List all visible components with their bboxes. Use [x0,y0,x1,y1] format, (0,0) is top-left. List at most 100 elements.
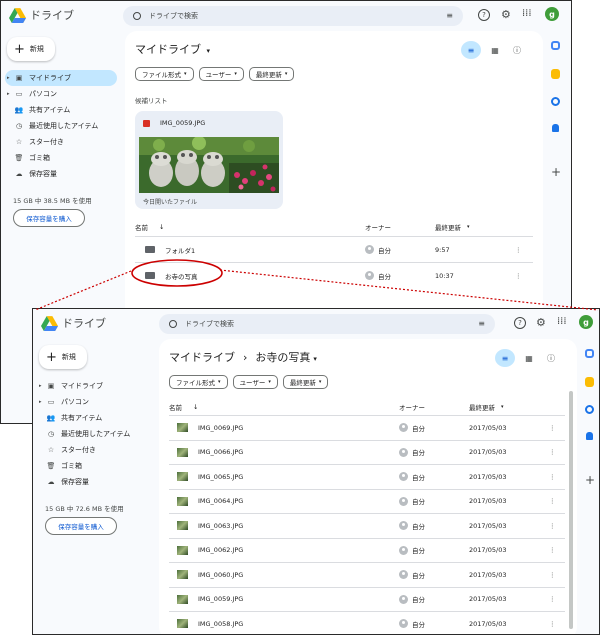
contacts-icon[interactable] [552,124,559,132]
chevron-down-icon: ▾ [206,47,211,55]
sidebar-item-storage[interactable]: ☁ 保存容量 [37,474,149,490]
breadcrumb-root[interactable]: マイドライブ [169,349,235,365]
sidebar-item-shared[interactable]: 👥 共有アイテム [37,410,149,426]
grid-view-icon[interactable]: ▦ [521,350,537,366]
more-options-icon[interactable]: ⋮ [515,246,522,254]
more-options-icon[interactable]: ⋮ [549,424,556,432]
breadcrumb-current[interactable]: お寺の写真 ▾ [255,349,317,365]
column-modified[interactable]: 最終更新 [469,402,495,412]
table-row[interactable]: IMG_0069.JPG 自分 2017/05/03 ⋮ [169,415,565,440]
sidebar-item-trash[interactable]: 🗑 ゴミ箱 [37,458,149,474]
keep-icon[interactable] [585,377,594,387]
more-options-icon[interactable]: ⋮ [549,448,556,456]
table-row[interactable]: IMG_0059.JPG 自分 2017/05/03 ⋮ [169,586,565,612]
more-options-icon[interactable]: ⋮ [549,522,556,530]
help-icon[interactable]: ? [478,9,490,21]
calendar-icon[interactable] [551,41,560,50]
column-owner[interactable]: オーナー [365,222,391,232]
table-row[interactable]: IMG_0063.JPG 自分 2017/05/03 ⋮ [169,513,565,538]
sidebar-item-storage[interactable]: ☁ 保存容量 [5,166,117,182]
new-button[interactable]: + 新規 [39,345,87,369]
file-list-header: 名前 ↓ オーナー 最終更新 ▾ [135,221,533,233]
filter-chip-people[interactable]: ユーザー ▾ [232,375,278,389]
sidebar-item-recent[interactable]: ◷ 最近使用したアイテム [37,426,149,442]
tasks-icon[interactable] [585,405,594,414]
settings-icon[interactable]: ⚙ [536,316,546,329]
add-panel-icon[interactable]: + [551,165,561,179]
search-options-icon[interactable]: ≡ [478,319,485,328]
more-options-icon[interactable]: ⋮ [549,571,556,579]
search-input[interactable]: ドライブで検索 [149,11,198,21]
add-panel-icon[interactable]: + [585,473,595,487]
sidebar-item-starred[interactable]: ☆ スター付き [37,442,149,458]
table-row[interactable]: フォルダ1 自分 9:57 ⋮ [135,236,533,262]
filter-chip-people[interactable]: ユーザー ▾ [198,67,244,81]
sidebar-item-recent[interactable]: ◷ 最近使用したアイテム [5,118,117,134]
help-icon[interactable]: ? [514,317,526,329]
table-row[interactable]: IMG_0065.JPG 自分 2017/05/03 ⋮ [169,464,565,489]
search-bar[interactable]: ドライブで検索 ≡ [123,6,463,26]
sidebar-item-shared[interactable]: 👥 共有アイテム [5,102,117,118]
preview-image-art [139,137,279,193]
computer-icon: ▭ [47,398,55,406]
search-options-icon[interactable]: ≡ [446,11,453,20]
search-input[interactable]: ドライブで検索 [185,319,234,329]
suggested-file-card[interactable]: IMG_0059.JPG 今日開いたファイル [135,111,283,209]
table-row[interactable]: IMG_0064.JPG 自分 2017/05/03 ⋮ [169,488,565,514]
filter-icon[interactable]: ≡ [461,41,481,59]
drive-logo[interactable]: ドライブ [9,7,74,23]
grid-view-icon[interactable]: ▦ [487,42,503,58]
sidebar-item-computers[interactable]: ▸ ▭ パソコン [37,394,149,410]
column-owner[interactable]: オーナー [399,402,425,412]
new-button[interactable]: + 新規 [7,37,55,61]
more-options-icon[interactable]: ⋮ [549,546,556,554]
drive-logo[interactable]: ドライブ [41,315,106,331]
column-modified[interactable]: 最終更新 [435,222,461,232]
sidebar-item-computers[interactable]: ▸ ▭ パソコン [5,86,117,102]
apps-grid-icon[interactable]: ⁞⁞⁞ [522,8,532,19]
sort-arrow-icon[interactable]: ↓ [193,403,198,411]
chevron-down-icon: ▾ [284,71,288,77]
sidebar-item-my-drive[interactable]: ▸ ▣ マイドライブ [37,378,149,394]
filter-chip-modified[interactable]: 最終更新 ▾ [282,375,329,389]
sort-dropdown-icon[interactable]: ▾ [501,404,504,410]
more-options-icon[interactable]: ⋮ [515,272,522,280]
filter-icon[interactable]: ≡ [495,349,515,367]
sidebar-item-starred[interactable]: ☆ スター付き [5,134,117,150]
table-row[interactable]: IMG_0066.JPG 自分 2017/05/03 ⋮ [169,439,565,465]
more-options-icon[interactable]: ⋮ [549,497,556,505]
filter-chip-modified[interactable]: 最終更新 ▾ [248,67,295,81]
column-name[interactable]: 名前 [135,222,148,232]
info-icon[interactable]: ⓘ [509,42,525,58]
table-row[interactable]: IMG_0058.JPG 自分 2017/05/03 ⋮ [169,611,565,634]
settings-icon[interactable]: ⚙ [501,8,511,21]
apps-grid-icon[interactable]: ⁞⁞⁞ [557,316,567,327]
chevron-down-icon: ▾ [184,71,187,77]
contacts-icon[interactable] [586,432,593,440]
tasks-icon[interactable] [551,97,560,106]
calendar-icon[interactable] [585,349,594,358]
search-icon[interactable] [133,12,141,20]
table-row[interactable]: IMG_0060.JPG 自分 2017/05/03 ⋮ [169,562,565,587]
column-name[interactable]: 名前 [169,402,182,412]
search-icon[interactable] [169,320,177,328]
info-icon[interactable]: ⓘ [543,350,559,366]
more-options-icon[interactable]: ⋮ [549,473,556,481]
table-row[interactable]: IMG_0062.JPG 自分 2017/05/03 ⋮ [169,537,565,563]
scrollbar[interactable] [569,391,573,629]
more-options-icon[interactable]: ⋮ [549,595,556,603]
owner-cell: 自分 [365,245,391,255]
sort-dropdown-icon[interactable]: ▾ [467,224,470,230]
more-options-icon[interactable]: ⋮ [549,620,556,628]
sort-arrow-icon[interactable]: ↓ [159,223,164,231]
search-bar[interactable]: ドライブで検索 ≡ [159,314,495,334]
buy-storage-button[interactable]: 保存容量を購入 [13,209,85,227]
sidebar-item-trash[interactable]: 🗑 ゴミ箱 [5,150,117,166]
page-title[interactable]: マイドライブ ▾ [135,41,210,57]
filter-chip-type[interactable]: ファイル形式 ▾ [169,375,228,389]
table-row[interactable]: お寺の写真 自分 10:37 ⋮ [135,262,533,288]
sidebar-item-my-drive[interactable]: ▸ ▣ マイドライブ [5,70,117,86]
keep-icon[interactable] [551,69,560,79]
filter-chip-type[interactable]: ファイル形式 ▾ [135,67,194,81]
buy-storage-button[interactable]: 保存容量を購入 [45,517,117,535]
